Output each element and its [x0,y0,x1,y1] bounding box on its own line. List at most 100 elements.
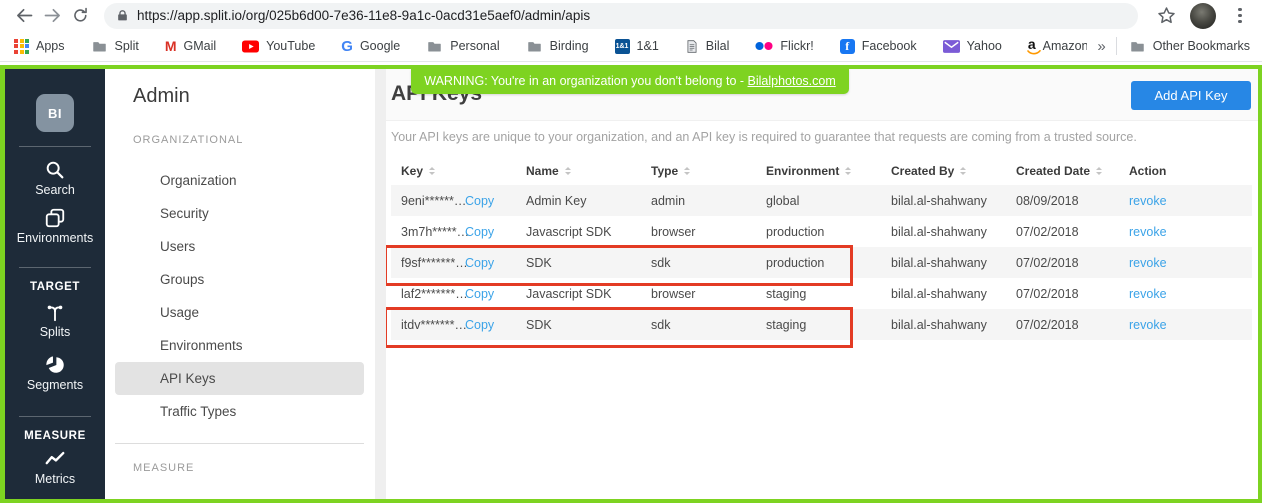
created-date-cell: 07/02/2018 [1006,287,1119,301]
sidebar-item-splits[interactable]: Splits [5,301,105,341]
bookmark-label: Google [360,39,400,53]
folder-icon [1129,39,1146,54]
api-key-masked: laf2*******… [401,287,465,301]
sort-icon[interactable] [1096,167,1102,175]
environment-cell: production [756,225,881,239]
table-row: f9sf*******…Copy SDK sdk production bila… [391,247,1252,278]
bookmark-item[interactable]: MGMail [165,39,216,53]
column-header-created-date[interactable]: Created Date [1006,164,1119,178]
admin-nav-item-groups[interactable]: Groups [105,263,375,296]
bookmark-item[interactable]: Flickr! [755,39,813,53]
other-bookmarks[interactable]: Other Bookmarks [1129,39,1250,54]
environments-icon [44,207,66,229]
address-bar[interactable]: https://app.split.io/org/025b6d00-7e36-1… [104,3,1138,29]
org-avatar[interactable]: BI [36,94,74,132]
lock-icon [116,9,129,22]
column-header-name[interactable]: Name [516,164,641,178]
column-label: Name [526,164,559,178]
admin-nav-item-environments[interactable]: Environments [105,329,375,362]
bookmark-label: Birding [550,39,589,53]
column-label: Key [401,164,423,178]
folder-icon [426,39,443,54]
table-row: 9eni******…Copy Admin Key admin global b… [391,185,1252,216]
bookmark-item[interactable]: Apps [14,39,65,54]
bookmark-item[interactable]: Personal [426,39,499,54]
bookmark-item[interactable]: Birding [526,39,589,54]
admin-nav-item-traffic-types[interactable]: Traffic Types [105,395,375,428]
url-text: https://app.split.io/org/025b6d00-7e36-1… [137,8,590,23]
api-keys-table: Key Name TypeEnvironmentCreated By Created … [391,156,1252,340]
column-label: Action [1129,164,1166,178]
admin-nav-item-usage[interactable]: Usage [105,296,375,329]
table-row: 3m7h*****…Copy Javascript SDK browser pr… [391,216,1252,247]
sort-icon[interactable] [845,167,851,175]
split-app-page: BI SearchEnvironmentsTARGETSplitsSegment… [0,65,1262,503]
column-header-environment[interactable]: Environment [756,164,881,178]
reload-icon[interactable] [66,2,94,30]
bookmark-label: Split [115,39,139,53]
table-row: itdv*******…Copy SDK sdk staging bilal.a… [391,309,1252,340]
revoke-link[interactable]: revoke [1129,318,1167,332]
column-label: Created Date [1016,164,1090,178]
bookmark-item[interactable]: YouTube [242,39,315,53]
column-header-created-by[interactable]: Created By [881,164,1006,178]
bookmark-item[interactable]: aAmazon [1028,37,1088,55]
copy-link[interactable]: Copy [465,225,494,239]
admin-nav-item-api-keys[interactable]: API Keys [115,362,364,395]
admin-nav-item-event-types[interactable]: Event Types [105,495,375,499]
bookmark-item[interactable]: Yahoo [943,39,1002,53]
environment-cell: production [756,256,881,270]
folder-icon [91,39,108,54]
created-by-cell: bilal.al-shahwany [881,256,1006,270]
sort-icon[interactable] [960,167,966,175]
bookmarks-overflow-chevron[interactable]: » [1087,38,1115,55]
revoke-link[interactable]: revoke [1129,194,1167,208]
admin-nav-divider [115,443,364,444]
admin-sidebar: Admin ORGANIZATIONALOrganizationSecurity… [105,69,375,499]
admin-nav-item-users[interactable]: Users [105,230,375,263]
forward-icon[interactable] [38,2,66,30]
revoke-link[interactable]: revoke [1129,225,1167,239]
admin-nav-item-security[interactable]: Security [105,197,375,230]
action-cell: revoke [1119,256,1252,270]
oneandone-icon: 1&1 [615,39,630,54]
revoke-link[interactable]: revoke [1129,287,1167,301]
sidebar-gap [375,69,386,499]
copy-link[interactable]: Copy [465,287,494,301]
table-row: laf2*******…Copy Javascript SDK browser … [391,278,1252,309]
sort-icon[interactable] [565,167,571,175]
warning-org-link[interactable]: Bilalphotos.com [748,74,836,88]
api-key-masked: 3m7h*****… [401,225,465,239]
copy-link[interactable]: Copy [465,194,494,208]
copy-link[interactable]: Copy [465,256,494,270]
main-content: API Keys Add API Key WARNING: You're in … [386,69,1258,499]
admin-section-label: ORGANIZATIONAL [105,134,375,146]
sidebar-item-metrics[interactable]: Metrics [5,448,105,488]
add-api-key-button[interactable]: Add API Key [1131,81,1251,110]
sidebar-item-search[interactable]: Search [5,159,105,199]
admin-nav-item-organization[interactable]: Organization [105,164,375,197]
star-icon[interactable] [1152,2,1180,30]
type-cell: sdk [641,256,756,270]
revoke-link[interactable]: revoke [1129,256,1167,270]
api-keys-description: Your API keys are unique to your organiz… [391,130,1137,144]
environment-cell: staging [756,287,881,301]
column-header-type[interactable]: Type [641,164,756,178]
column-header-key[interactable]: Key [391,164,516,178]
copy-link[interactable]: Copy [465,318,494,332]
sort-icon[interactable] [684,167,690,175]
bookmark-item[interactable]: fFacebook [840,39,917,54]
sort-icon[interactable] [429,167,435,175]
bookmark-item[interactable]: Split [91,39,139,54]
action-cell: revoke [1119,318,1252,332]
profile-avatar[interactable] [1190,3,1216,29]
bookmark-item[interactable]: Bilal [685,39,730,54]
sidebar-item-environments[interactable]: Environments [5,207,105,247]
gmail-icon: M [165,39,177,53]
bookmark-item[interactable]: GGoogle [341,39,400,54]
menu-icon[interactable] [1226,2,1254,30]
bookmark-item[interactable]: 1&11&1 [615,39,659,54]
sidebar-item-segments[interactable]: Segments [5,354,105,394]
back-icon[interactable] [10,2,38,30]
yahoo-icon [943,40,960,53]
